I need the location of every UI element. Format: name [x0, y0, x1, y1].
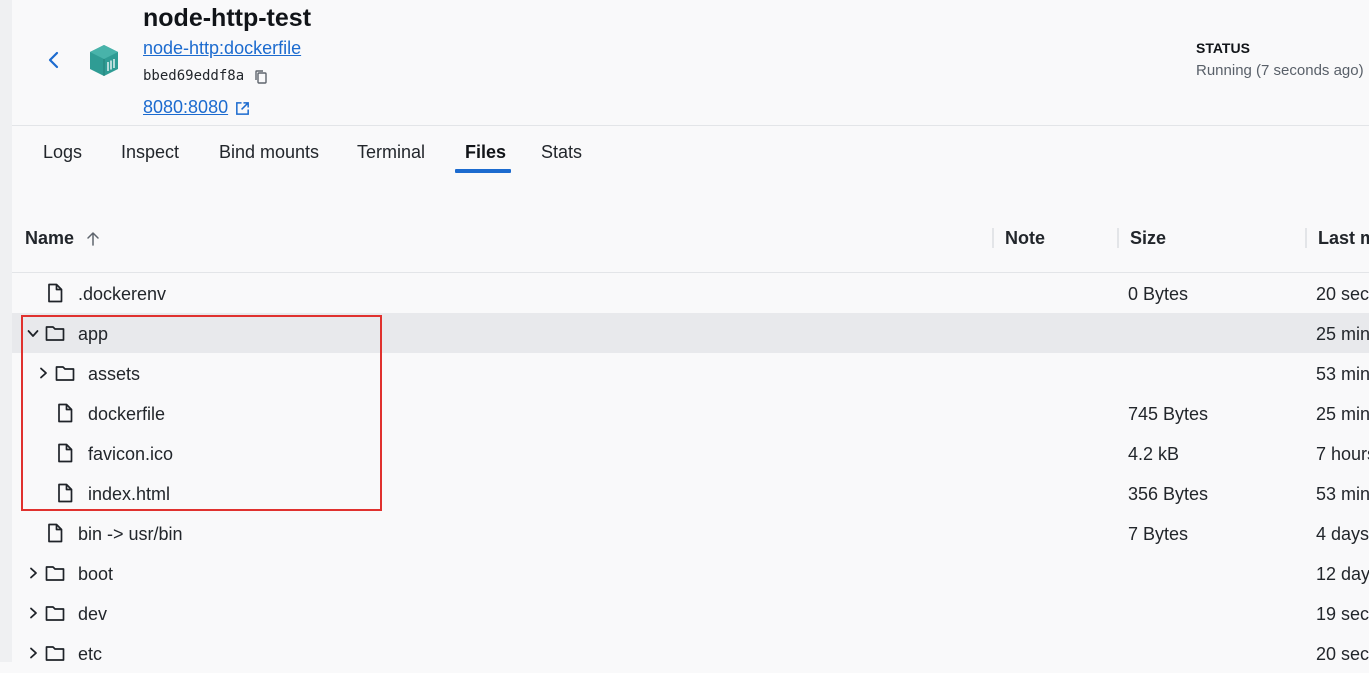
container-title: node-http-test — [143, 4, 312, 32]
file-size: 745 Bytes — [1128, 404, 1209, 424]
file-icon — [48, 523, 63, 543]
table-row[interactable]: assets 53 min — [12, 353, 1369, 393]
file-icon — [58, 443, 73, 463]
file-name: favicon.ico — [88, 444, 174, 464]
container-id: bbed69eddf8a — [143, 68, 245, 84]
chevron-left-icon[interactable] — [42, 48, 66, 72]
file-last-modified: 20 sec — [1316, 284, 1369, 304]
folder-icon — [45, 606, 65, 621]
active-tab-indicator — [455, 169, 511, 173]
column-header-name[interactable]: Name — [25, 228, 74, 249]
column-separator[interactable] — [992, 228, 994, 248]
file-size: 4.2 kB — [1128, 444, 1180, 464]
table-row[interactable]: app 25 min — [12, 313, 1369, 353]
table-row[interactable]: dockerfile 745 Bytes 25 min — [12, 393, 1369, 433]
file-name: dockerfile — [88, 404, 166, 424]
arrow-up-icon[interactable] — [84, 230, 102, 248]
file-name: app — [78, 324, 109, 344]
table-row[interactable]: index.html 356 Bytes 53 min — [12, 473, 1369, 513]
copy-icon[interactable] — [252, 68, 270, 86]
tab-logs[interactable]: Logs — [43, 142, 82, 163]
column-header-note[interactable]: Note — [1005, 228, 1045, 249]
container-icon — [90, 45, 118, 76]
file-size: 7 Bytes — [1128, 524, 1189, 544]
image-link[interactable]: node-http:dockerfile — [143, 38, 301, 59]
file-last-modified: 12 day — [1316, 564, 1369, 584]
file-name: index.html — [88, 484, 171, 504]
chevron-down-icon[interactable] — [26, 326, 40, 340]
port-link[interactable]: 8080:8080 — [143, 97, 228, 118]
file-name: boot — [78, 564, 114, 584]
tab-bind-mounts[interactable]: Bind mounts — [219, 142, 319, 163]
folder-icon — [45, 646, 65, 661]
file-name: bin -> usr/bin — [78, 524, 183, 544]
folder-icon — [45, 326, 65, 341]
file-last-modified: 19 sec — [1316, 604, 1369, 624]
chevron-right-icon[interactable] — [26, 566, 40, 580]
file-name: assets — [88, 364, 141, 384]
status-value: Running (7 seconds ago) — [1196, 62, 1364, 79]
tab-inspect[interactable]: Inspect — [121, 142, 179, 163]
chevron-right-icon[interactable] — [26, 606, 40, 620]
table-row[interactable]: bin -> usr/bin 7 Bytes 4 days — [12, 513, 1369, 553]
file-last-modified: 25 min — [1316, 324, 1369, 344]
external-link-icon[interactable] — [234, 100, 251, 117]
table-row[interactable]: etc 20 sec — [12, 633, 1369, 673]
table-row[interactable]: dev 19 sec — [12, 593, 1369, 633]
file-last-modified: 25 min — [1316, 404, 1369, 424]
tab-stats[interactable]: Stats — [541, 142, 582, 163]
file-name: dev — [78, 604, 108, 624]
file-icon — [58, 483, 73, 503]
file-name: .dockerenv — [78, 284, 167, 304]
file-last-modified: 53 min — [1316, 484, 1369, 504]
folder-icon — [55, 366, 75, 381]
tab-files[interactable]: Files — [465, 142, 506, 163]
file-icon — [48, 283, 63, 303]
chevron-right-icon[interactable] — [36, 366, 50, 380]
column-separator[interactable] — [1117, 228, 1119, 248]
folder-icon — [45, 566, 65, 581]
table-row[interactable]: favicon.ico 4.2 kB 7 hours — [12, 433, 1369, 473]
tab-terminal[interactable]: Terminal — [357, 142, 425, 163]
left-edge-strip — [0, 0, 12, 662]
column-header-last-modified[interactable]: Last m — [1318, 228, 1369, 249]
table-row[interactable]: boot 12 day — [12, 553, 1369, 593]
status-label: STATUS — [1196, 40, 1250, 56]
file-last-modified: 53 min — [1316, 364, 1369, 384]
file-icon — [58, 403, 73, 423]
file-last-modified: 7 hours — [1316, 444, 1369, 464]
header-divider — [12, 125, 1369, 126]
column-header-size[interactable]: Size — [1130, 228, 1166, 249]
container-detail-view: node-http-test node-http:dockerfile bbed… — [12, 0, 1369, 664]
column-separator[interactable] — [1305, 228, 1307, 248]
file-size: 356 Bytes — [1128, 484, 1209, 504]
file-size: 0 Bytes — [1128, 284, 1189, 304]
chevron-right-icon[interactable] — [26, 646, 40, 660]
file-last-modified: 4 days — [1316, 524, 1369, 544]
table-row[interactable]: .dockerenv 0 Bytes 20 sec — [12, 273, 1369, 313]
